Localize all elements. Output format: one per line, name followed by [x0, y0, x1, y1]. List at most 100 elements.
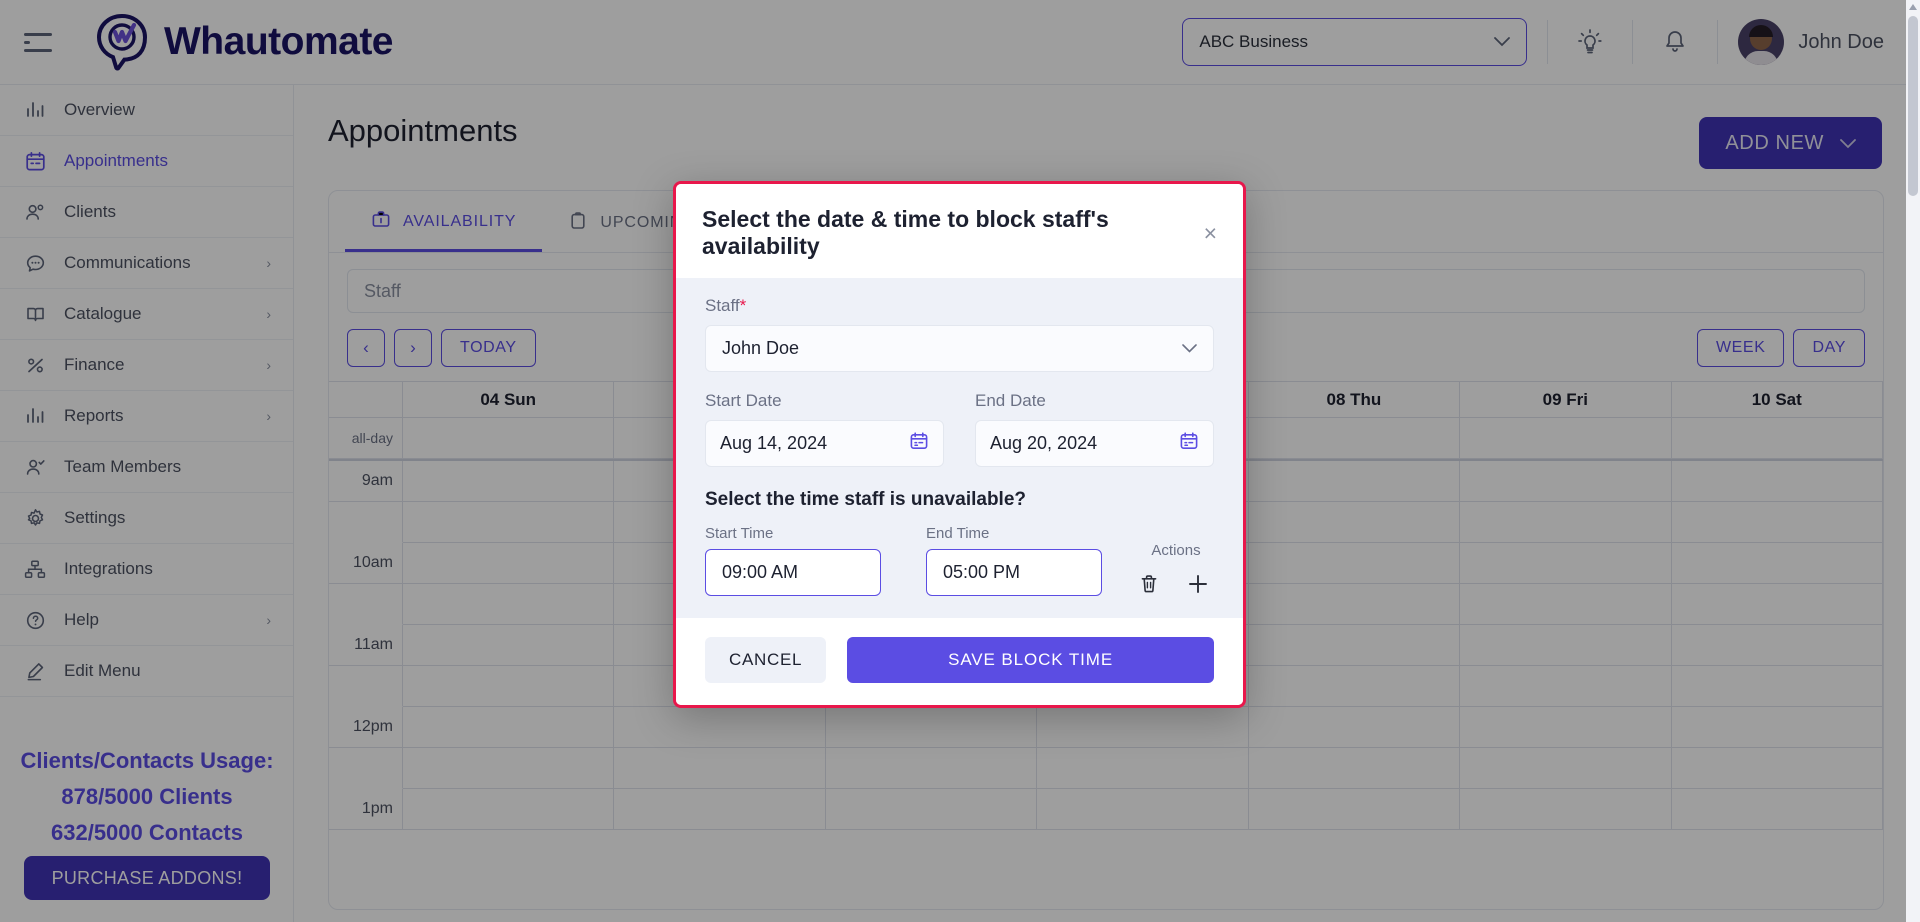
- time-slot-cell[interactable]: [403, 625, 615, 666]
- sidebar-item-help[interactable]: Help ›: [0, 595, 293, 646]
- time-slot-cell[interactable]: [1248, 789, 1461, 830]
- time-slot-cell[interactable]: [1248, 707, 1461, 748]
- time-slot-cell[interactable]: [1671, 666, 1883, 707]
- time-slot-cell[interactable]: [1460, 707, 1672, 748]
- tab-availability[interactable]: AVAILABILITY: [345, 194, 543, 252]
- time-slot-cell[interactable]: [1037, 748, 1249, 789]
- day-header[interactable]: 09 Fri: [1460, 382, 1672, 418]
- all-day-cell[interactable]: [1460, 418, 1672, 459]
- user-menu[interactable]: John Doe: [1738, 19, 1884, 65]
- add-time-row-icon[interactable]: [1186, 572, 1210, 596]
- time-slot-cell[interactable]: [1671, 707, 1883, 748]
- sidebar-item-edit-menu[interactable]: Edit Menu: [0, 646, 293, 697]
- time-slot-cell[interactable]: [1671, 461, 1883, 502]
- sidebar-item-team-members[interactable]: Team Members: [0, 442, 293, 493]
- time-slot-cell[interactable]: [1037, 707, 1249, 748]
- modal-title: Select the date & time to block staff's …: [702, 206, 1109, 259]
- time-slot-cell[interactable]: [403, 707, 615, 748]
- scrollbar-thumb[interactable]: [1908, 16, 1918, 196]
- date-fields-row: Start Date Aug 14, 2024 End Date Aug 20,…: [705, 391, 1214, 467]
- time-slot-cell[interactable]: [403, 584, 615, 625]
- page-scrollbar[interactable]: [1906, 0, 1920, 922]
- time-slot-cell[interactable]: [1671, 584, 1883, 625]
- notifications-bell-icon[interactable]: [1653, 20, 1697, 64]
- time-slot-cell[interactable]: [825, 707, 1038, 748]
- day-header[interactable]: 04 Sun: [403, 382, 615, 418]
- sidebar-item-reports[interactable]: Reports ›: [0, 391, 293, 442]
- time-slot-cell[interactable]: [1248, 502, 1461, 543]
- time-slot-cell[interactable]: [1460, 789, 1672, 830]
- day-header[interactable]: 08 Thu: [1248, 382, 1461, 418]
- prev-week-button[interactable]: ‹: [347, 329, 385, 367]
- sidebar-item-communications[interactable]: Communications ›: [0, 238, 293, 289]
- start-date-label: Start Date: [705, 391, 782, 410]
- purchase-addons-button[interactable]: PURCHASE ADDONS!: [24, 856, 270, 900]
- time-slot-cell[interactable]: [1671, 502, 1883, 543]
- sidebar-item-clients[interactable]: Clients: [0, 187, 293, 238]
- next-week-button[interactable]: ›: [394, 329, 432, 367]
- start-time-input[interactable]: 09:00 AM: [705, 549, 881, 596]
- time-slot-cell[interactable]: [1460, 748, 1672, 789]
- time-slot-cell[interactable]: [403, 461, 615, 502]
- sidebar-item-appointments[interactable]: Appointments: [0, 136, 293, 187]
- save-block-time-button[interactable]: SAVE BLOCK TIME: [847, 637, 1214, 683]
- time-slot-cell[interactable]: [1460, 461, 1672, 502]
- time-slot-cell[interactable]: [403, 666, 615, 707]
- cancel-button[interactable]: CANCEL: [705, 637, 827, 683]
- time-slot-cell[interactable]: [1460, 502, 1672, 543]
- time-slot-cell[interactable]: [403, 502, 615, 543]
- scroll-up-arrow-icon[interactable]: [1909, 4, 1917, 10]
- brand-logo[interactable]: Whautomate: [94, 13, 394, 71]
- close-icon[interactable]: ×: [1204, 221, 1217, 245]
- time-slot-cell[interactable]: [1671, 543, 1883, 584]
- time-slot-cell[interactable]: [1248, 666, 1461, 707]
- time-slot-cell[interactable]: [1248, 461, 1461, 502]
- time-slot-cell[interactable]: [614, 748, 826, 789]
- business-select[interactable]: ABC Business: [1182, 18, 1528, 66]
- time-slot-cell[interactable]: [1671, 789, 1883, 830]
- end-time-input[interactable]: 05:00 PM: [926, 549, 1102, 596]
- time-slot-cell[interactable]: [403, 748, 615, 789]
- sidebar-item-catalogue[interactable]: Catalogue ›: [0, 289, 293, 340]
- sidebar-item-finance[interactable]: Finance ›: [0, 340, 293, 391]
- calendar-icon[interactable]: [1179, 431, 1199, 456]
- day-header[interactable]: 10 Sat: [1671, 382, 1883, 418]
- week-view-button[interactable]: WEEK: [1696, 329, 1785, 367]
- today-button[interactable]: TODAY: [441, 329, 536, 367]
- time-slot-cell[interactable]: [1248, 584, 1461, 625]
- time-slot-cell[interactable]: [403, 789, 615, 830]
- all-day-cell[interactable]: [1671, 418, 1883, 459]
- delete-time-row-icon[interactable]: [1138, 573, 1160, 595]
- time-slot-cell[interactable]: [825, 789, 1038, 830]
- add-new-button[interactable]: ADD NEW: [1699, 117, 1882, 169]
- lightbulb-icon[interactable]: [1568, 20, 1612, 64]
- all-day-cell[interactable]: [403, 418, 615, 459]
- time-slot-cell[interactable]: [1248, 748, 1461, 789]
- sidebar-item-overview[interactable]: Overview: [0, 85, 293, 136]
- time-slot-cell[interactable]: [1460, 666, 1672, 707]
- end-date-input[interactable]: Aug 20, 2024: [975, 420, 1214, 467]
- time-slot-cell[interactable]: [825, 748, 1038, 789]
- sidebar-item-integrations[interactable]: Integrations: [0, 544, 293, 595]
- start-date-input[interactable]: Aug 14, 2024: [705, 420, 944, 467]
- time-slot-cell[interactable]: [1460, 584, 1672, 625]
- all-day-cell[interactable]: [1248, 418, 1461, 459]
- time-slot-cell[interactable]: [1248, 543, 1461, 584]
- day-view-button[interactable]: DAY: [1793, 329, 1865, 367]
- time-slot-cell[interactable]: [1460, 543, 1672, 584]
- user-name: John Doe: [1798, 30, 1884, 53]
- time-slot-cell[interactable]: [614, 707, 826, 748]
- time-slot-cell[interactable]: [1460, 625, 1672, 666]
- menu-toggle-icon[interactable]: [24, 25, 58, 59]
- staff-select[interactable]: John Doe: [705, 325, 1214, 372]
- time-slot-cell[interactable]: [403, 543, 615, 584]
- time-slot-cell[interactable]: [1671, 625, 1883, 666]
- time-slot-cell[interactable]: [1248, 625, 1461, 666]
- calendar-icon[interactable]: [909, 431, 929, 456]
- time-slot-cell[interactable]: [1671, 748, 1883, 789]
- divider: [1632, 20, 1634, 64]
- sidebar-item-settings[interactable]: Settings: [0, 493, 293, 544]
- time-slot-cell[interactable]: [1037, 789, 1249, 830]
- avatar-hair: [1749, 25, 1774, 37]
- time-slot-cell[interactable]: [614, 789, 826, 830]
